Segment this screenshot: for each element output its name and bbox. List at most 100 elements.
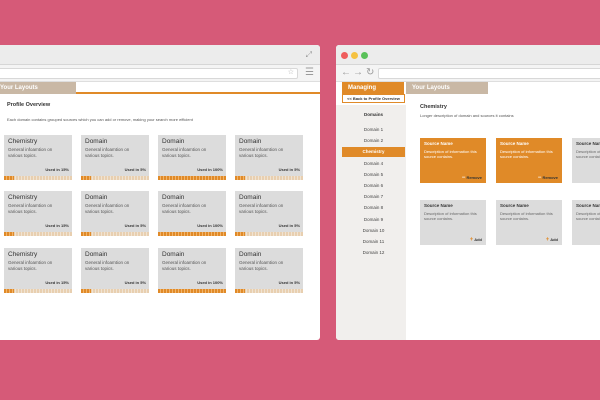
close-dot-icon[interactable]	[341, 52, 348, 59]
usage-bar	[4, 289, 72, 293]
source-remove-button[interactable]: − Remove	[538, 175, 558, 181]
card-usage: Used in 5%	[278, 223, 300, 228]
source-card[interactable]: Source Name Description of information th…	[496, 200, 562, 245]
minimize-dot-icon[interactable]	[351, 52, 358, 59]
source-remove-button[interactable]: − Remove	[462, 175, 482, 181]
domain-card[interactable]: Domain General infoamtion on various topi…	[235, 248, 303, 293]
card-usage: Used in 5%	[278, 280, 300, 285]
source-card[interactable]: Source Name Description of information th…	[420, 200, 486, 245]
action-label: Add	[474, 237, 482, 242]
source-description: Description of information this source c…	[424, 149, 477, 159]
card-usage: Used in 100%	[197, 167, 223, 172]
usage-bar-fill	[81, 289, 92, 293]
usage-bar-fill	[235, 289, 246, 293]
usage-bar	[81, 176, 149, 180]
card-usage: Used in 100%	[197, 280, 223, 285]
domain-card[interactable]: Domain General infoamtion on various topi…	[81, 248, 149, 293]
plus-icon: +	[469, 237, 474, 243]
usage-bar-fill	[81, 176, 92, 180]
card-title: Domain	[239, 251, 262, 258]
card-description: General infoamtion on various topics.	[85, 260, 130, 271]
source-title: Source Name	[576, 141, 600, 146]
usage-bar-fill	[235, 232, 246, 236]
sidebar-item-domain[interactable]: Domain 8	[342, 203, 405, 213]
card-title: Domain	[162, 194, 185, 201]
card-description: General infoamtion on various topics.	[8, 147, 53, 158]
domain-card[interactable]: Domain General infoamtion on various topi…	[158, 135, 226, 180]
card-description: General infoamtion on various topics.	[162, 260, 207, 271]
usage-bar	[81, 232, 149, 236]
sidebar-item-domain[interactable]: Chemistry	[342, 147, 405, 158]
action-label: Remove	[466, 175, 482, 180]
usage-bar-fill	[4, 232, 15, 236]
action-label: Add	[550, 237, 558, 242]
sidebar-item-domain[interactable]: Domain 1	[342, 125, 405, 135]
domain-card[interactable]: Domain General infoamtion on various topi…	[235, 191, 303, 236]
maximize-dot-icon[interactable]	[361, 52, 368, 59]
card-title: Domain	[85, 138, 108, 145]
source-title: Source Name	[576, 203, 600, 208]
menu-icon[interactable]: ☰	[305, 67, 314, 79]
sidebar-item-domain[interactable]: Domain 4	[342, 159, 405, 169]
domain-card[interactable]: Chemistry General infoamtion on various t…	[4, 191, 72, 236]
card-usage: Used in 100%	[197, 223, 223, 228]
source-title: Source Name	[500, 141, 529, 146]
expand-icon[interactable]: ⤢	[306, 49, 312, 61]
usage-bar-fill	[235, 176, 246, 180]
sidebar-item-domain[interactable]: Domain 5	[342, 170, 405, 180]
source-title: Source Name	[424, 141, 453, 146]
source-card[interactable]: Source Name Description of information th…	[420, 138, 486, 183]
domains-sidebar: Domains Domain 1 Domain 2 Chemistry Domain …	[336, 105, 406, 340]
sidebar-item-domain[interactable]: Domain 12	[342, 248, 405, 258]
sidebar-item-domain[interactable]: Domain 2	[342, 136, 405, 146]
reload-icon[interactable]: ↻	[366, 67, 374, 79]
usage-bar-fill	[4, 176, 15, 180]
sidebar-item-domain[interactable]: Domain 9	[342, 215, 405, 225]
sidebar-item-domain[interactable]: Domain 6	[342, 181, 405, 191]
domain-card[interactable]: Domain General infoamtion on various topi…	[81, 191, 149, 236]
domain-card[interactable]: Domain General infoamtion on various topi…	[158, 248, 226, 293]
domain-card[interactable]: Domain General infoamtion on various topi…	[235, 135, 303, 180]
title-bar: ⤢	[0, 45, 320, 65]
page-title: Profile Overview	[7, 102, 51, 108]
sidebar-item-domain[interactable]: Domain 10	[342, 226, 405, 236]
usage-bar	[4, 176, 72, 180]
domain-card[interactable]: Chemistry General infoamtion on various t…	[4, 135, 72, 180]
usage-bar	[158, 289, 226, 293]
tab-your-layouts[interactable]: Your Layouts	[0, 82, 76, 94]
domain-card[interactable]: Chemistry General infoamtion on various t…	[4, 248, 72, 293]
sidebar-item-domain[interactable]: Domain 11	[342, 237, 405, 247]
address-bar[interactable]	[378, 68, 600, 79]
card-usage: Used in 15%	[45, 280, 69, 285]
usage-bar-fill	[158, 176, 226, 180]
forward-arrow-icon[interactable]: →	[353, 67, 363, 79]
usage-bar	[81, 289, 149, 293]
sidebar-item-domain[interactable]: Domain 7	[342, 192, 405, 202]
domain-description: Longer description of domain and sources…	[420, 113, 514, 118]
card-usage: Used in 15%	[45, 167, 69, 172]
source-card[interactable]: Source Name Description of information th…	[496, 138, 562, 183]
back-to-overview-button[interactable]: << Back to Profile Overview	[342, 94, 405, 103]
card-description: General infoamtion on various topics.	[162, 147, 207, 158]
card-description: General infoamtion on various topics.	[85, 147, 130, 158]
browser-toolbar: ☆ ☰	[0, 65, 320, 82]
plus-icon: +	[545, 237, 550, 243]
tab-your-layouts[interactable]: Your Layouts	[406, 82, 488, 94]
minus-icon: −	[461, 175, 466, 181]
usage-bar	[235, 232, 303, 236]
tab-managing-sources[interactable]: Managing Sources	[342, 82, 404, 103]
usage-bar	[235, 176, 303, 180]
browser-toolbar: ← → ↻	[336, 65, 600, 82]
domain-card[interactable]: Domain General infoamtion on various topi…	[158, 191, 226, 236]
domain-card[interactable]: Domain General infoamtion on various topi…	[81, 135, 149, 180]
source-description: Description of information this source c…	[500, 211, 553, 221]
address-bar[interactable]: ☆	[0, 68, 298, 79]
source-card[interactable]: Source Name Description of information th…	[572, 138, 600, 183]
source-card[interactable]: Source Name Description of information th…	[572, 200, 600, 245]
left-tab-bar: Your Layouts	[0, 82, 320, 94]
card-title: Chemistry	[8, 138, 38, 145]
back-arrow-icon[interactable]: ←	[341, 67, 351, 79]
source-add-button[interactable]: + Add	[546, 237, 558, 243]
star-icon[interactable]: ☆	[288, 68, 294, 76]
source-add-button[interactable]: + Add	[470, 237, 482, 243]
